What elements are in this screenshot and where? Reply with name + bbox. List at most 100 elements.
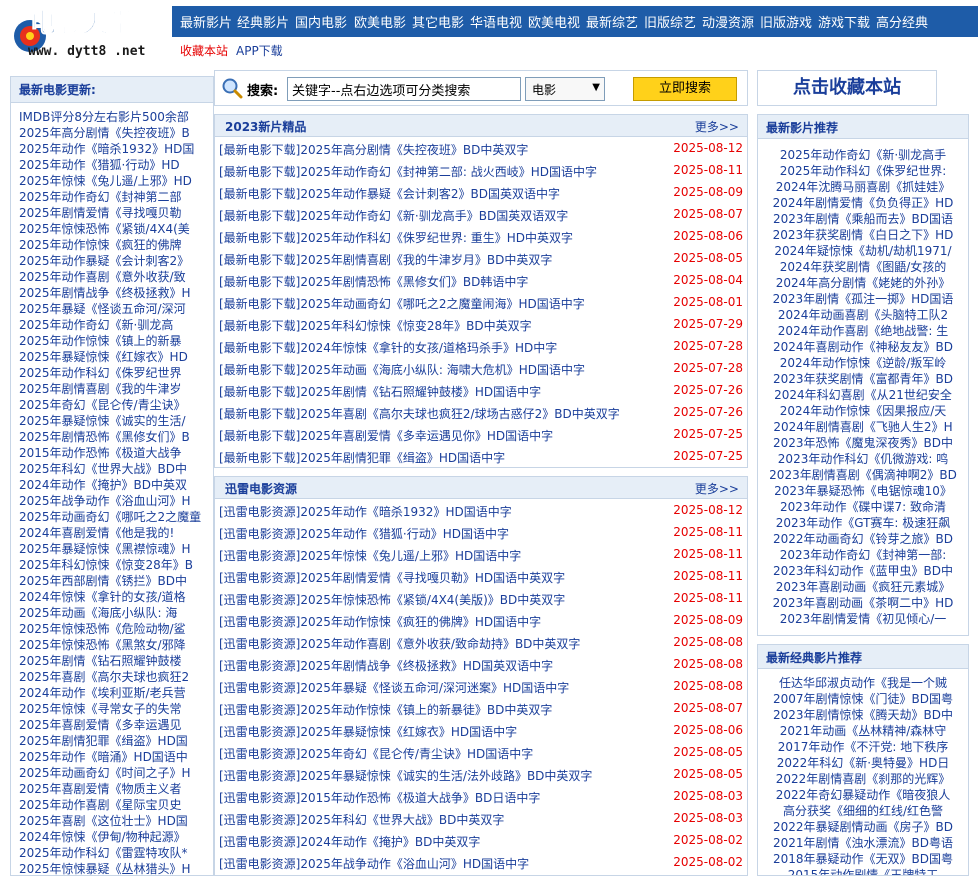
nav-western-movies[interactable]: 欧美电影 bbox=[354, 12, 406, 31]
movie-title-link[interactable]: [迅雷电影资源]2025年惊悚《兔儿遥/上邪》HD国语中字 bbox=[219, 547, 521, 564]
nav-western-tv[interactable]: 欧美电视 bbox=[528, 12, 580, 31]
movie-title-link[interactable]: [最新电影下载]2025年喜剧爱情《多幸运遇见你》HD国语中字 bbox=[219, 427, 553, 444]
movie-title-link[interactable]: [迅雷电影资源]2025年奇幻《昆仑传/青尘诀》HD国语中字 bbox=[219, 745, 533, 762]
latest-recommend-link[interactable]: 2024年喜剧动作《神秘友友》BD bbox=[758, 339, 968, 355]
nav-classic-movies[interactable]: 经典影片 bbox=[237, 12, 289, 31]
classic-recommend-link[interactable]: 2007年剧情惊悚《门徒》BD国粤 bbox=[758, 691, 968, 707]
movie-title-link[interactable]: [最新电影下载]2025年高分剧情《失控夜班》BD中英双字 bbox=[219, 141, 528, 158]
latest-update-link[interactable]: 2024年惊悚《拿针的女孩/道格 bbox=[19, 589, 213, 605]
latest-update-link[interactable]: 2024年喜剧爱情《他是我的! bbox=[19, 525, 213, 541]
latest-update-link[interactable]: 2025年暴疑惊悚《诚实的生活/ bbox=[19, 413, 213, 429]
nav-latest-movies[interactable]: 最新影片 bbox=[180, 12, 232, 31]
latest-recommend-link[interactable]: 2023年获奖剧情《富都青年》BD bbox=[758, 371, 968, 387]
movie-title-link[interactable]: [迅雷电影资源]2025年动作喜剧《意外收获/致命劫持》BD中英双字 bbox=[219, 635, 580, 652]
latest-recommend-link[interactable]: 2024年沈腾马丽喜剧《抓娃娃》 bbox=[758, 179, 968, 195]
latest-recommend-link[interactable]: 2023年剧情《孤注一掷》HD国语 bbox=[758, 291, 968, 307]
latest-recommend-link[interactable]: 2023年暴疑恐怖《电锯惊魂10》 bbox=[758, 483, 968, 499]
nav-other-movies[interactable]: 其它电影 bbox=[412, 12, 464, 31]
latest-recommend-link[interactable]: 2024年动画喜剧《头脑特工队2 bbox=[758, 307, 968, 323]
classic-recommend-link[interactable]: 2023年剧情惊悚《腾天劫》BD中 bbox=[758, 707, 968, 723]
latest-update-link[interactable]: 2025年剧情恐怖《黑修女们》B bbox=[19, 429, 213, 445]
latest-update-link[interactable]: 2025年喜剧爱情《多幸运遇见 bbox=[19, 717, 213, 733]
latest-recommend-link[interactable]: 2023年获奖剧情《白日之下》HD bbox=[758, 227, 968, 243]
movie-title-link[interactable]: [最新电影下载]2025年动作奇幻《封神第二部: 战火西岐》HD国语中字 bbox=[219, 163, 597, 180]
latest-update-link[interactable]: 2025年惊悚《兔儿遥/上邪》HD bbox=[19, 173, 213, 189]
latest-update-link[interactable]: 2024年惊悚《伊甸/物种起源》 bbox=[19, 829, 213, 845]
latest-update-link[interactable]: 2025年动作惊悚《镇上的新暴 bbox=[19, 333, 213, 349]
classic-recommend-link[interactable]: 任达华邱淑贞动作《我是一个贼 bbox=[758, 675, 968, 691]
latest-update-link[interactable]: 2025年惊悚《寻常女子的失常 bbox=[19, 701, 213, 717]
classic-recommend-link[interactable]: 2022年奇幻暴疑动作《暗夜狼人 bbox=[758, 787, 968, 803]
latest-update-link[interactable]: 2025年剧情犯罪《缉盗》HD国 bbox=[19, 733, 213, 749]
latest-update-link[interactable]: 2025年惊悚恐怖《危险动物/鲨 bbox=[19, 621, 213, 637]
movie-title-link[interactable]: [最新电影下载]2025年动画《海底小纵队: 海啸大危机》HD国语中字 bbox=[219, 361, 585, 378]
classic-recommend-link[interactable]: 高分获奖《细细的红线/红色警 bbox=[758, 803, 968, 819]
latest-recommend-link[interactable]: 2023年剧情喜剧《偶滴神啊2》BD bbox=[758, 467, 968, 483]
latest-recommend-link[interactable]: 2024年动作惊悚《逆龄/叛军岭 bbox=[758, 355, 968, 371]
latest-update-link[interactable]: 2025年动作喜剧《星际宝贝史 bbox=[19, 797, 213, 813]
latest-update-link[interactable]: 2025年动画《海底小纵队: 海 bbox=[19, 605, 213, 621]
latest-recommend-link[interactable]: 2023年动作奇幻《封神第一部: bbox=[758, 547, 968, 563]
movie-title-link[interactable]: [迅雷电影资源]2025年暴疑《怪谈五命河/深河迷案》HD国语中字 bbox=[219, 679, 569, 696]
latest-recommend-link[interactable]: 2023年动作《GT赛车: 极速狂飙 bbox=[758, 515, 968, 531]
latest-update-link[interactable]: 2025年奇幻《昆仑传/青尘诀》 bbox=[19, 397, 213, 413]
nav-old-variety[interactable]: 旧版综艺 bbox=[644, 12, 696, 31]
classic-recommend-link[interactable]: 2022年剧情喜剧《刹那的光辉》 bbox=[758, 771, 968, 787]
latest-update-link[interactable]: 2025年动作奇幻《新·驯龙高 bbox=[19, 317, 213, 333]
site-logo[interactable]: 电影天堂 www. dytt8 .net bbox=[10, 8, 170, 60]
new-releases-more-link[interactable]: 更多>> bbox=[695, 118, 739, 135]
movie-title-link[interactable]: [迅雷电影资源]2015年动作恐怖《极道大战争》BD日语中字 bbox=[219, 789, 540, 806]
classic-recommend-link[interactable]: 2022年暴疑剧情动画《房子》BD bbox=[758, 819, 968, 835]
latest-update-link[interactable]: 2025年动作奇幻《封神第二部 bbox=[19, 189, 213, 205]
latest-update-link[interactable]: 2025年高分剧情《失控夜班》B bbox=[19, 125, 213, 141]
latest-recommend-link[interactable]: 2025年动作奇幻《新·驯龙高手 bbox=[758, 147, 968, 163]
movie-title-link[interactable]: [迅雷电影资源]2025年科幻《世界大战》BD中英双字 bbox=[219, 811, 504, 828]
latest-update-link[interactable]: 2025年科幻《世界大战》BD中 bbox=[19, 461, 213, 477]
latest-recommend-link[interactable]: 2023年恐怖《魔鬼深夜秀》BD中 bbox=[758, 435, 968, 451]
movie-title-link[interactable]: [迅雷电影资源]2025年暴疑惊悚《红嫁衣》HD国语中字 bbox=[219, 723, 517, 740]
latest-recommend-link[interactable]: 2024年动作喜剧《绝地战警: 生 bbox=[758, 323, 968, 339]
movie-title-link[interactable]: [最新电影下载]2025年剧情犯罪《缉盗》HD国语中字 bbox=[219, 449, 505, 466]
bookmark-site-button[interactable]: 点击收藏本站 bbox=[757, 70, 937, 106]
movie-title-link[interactable]: [迅雷电影资源]2025年战争动作《浴血山河》HD国语中字 bbox=[219, 855, 529, 872]
latest-update-link[interactable]: 2025年剧情爱情《寻找嘎贝勒 bbox=[19, 205, 213, 221]
latest-update-link[interactable]: 2025年喜剧《高尔夫球也疯狂2 bbox=[19, 669, 213, 685]
movie-title-link[interactable]: [迅雷电影资源]2024年动作《掩护》BD中英双字 bbox=[219, 833, 480, 850]
latest-recommend-link[interactable]: 2023年喜剧动画《疯狂元素城》 bbox=[758, 579, 968, 595]
nav-latest-variety[interactable]: 最新综艺 bbox=[586, 12, 638, 31]
latest-recommend-link[interactable]: 2023年剧情爱情《初见倾心/一 bbox=[758, 611, 968, 627]
movie-title-link[interactable]: [最新电影下载]2025年科幻惊悚《惊变28年》BD中英双字 bbox=[219, 317, 532, 334]
movie-title-link[interactable]: [最新电影下载]2025年动作奇幻《新·驯龙高手》BD国英双语双字 bbox=[219, 207, 568, 224]
latest-update-link[interactable]: 2025年动作惊悚《疯狂的佛牌 bbox=[19, 237, 213, 253]
latest-update-link[interactable]: 2025年动作科幻《侏罗纪世界 bbox=[19, 365, 213, 381]
latest-recommend-link[interactable]: 2024年剧情爱情《负负得正》HD bbox=[758, 195, 968, 211]
latest-recommend-link[interactable]: 2025年动作科幻《侏罗纪世界: bbox=[758, 163, 968, 179]
latest-update-link[interactable]: 2025年惊悚恐怖《黑煞女/邪降 bbox=[19, 637, 213, 653]
latest-update-link[interactable]: 2025年动作《猎狐·行动》HD bbox=[19, 157, 213, 173]
movie-title-link[interactable]: [最新电影下载]2025年动画奇幻《哪吒之2之魔童闹海》HD国语中字 bbox=[219, 295, 585, 312]
latest-update-link[interactable]: 2025年剧情《钻石照耀钟鼓楼 bbox=[19, 653, 213, 669]
latest-update-link[interactable]: 2025年暴疑《怪谈五命河/深河 bbox=[19, 301, 213, 317]
nav-chinese-tv[interactable]: 华语电视 bbox=[470, 12, 522, 31]
latest-recommend-link[interactable]: 2023年动作科幻《仉微游戏: 鸣 bbox=[758, 451, 968, 467]
latest-update-link[interactable]: 2015年动作恐怖《极道大战争 bbox=[19, 445, 213, 461]
movie-title-link[interactable]: [迅雷电影资源]2025年暴疑惊悚《诚实的生活/法外歧路》BD中英双字 bbox=[219, 767, 592, 784]
classic-recommend-link[interactable]: 2021年动画《丛林精神/森林守 bbox=[758, 723, 968, 739]
latest-update-link[interactable]: 2025年惊悚恐怖《紧锁/4X4(美 bbox=[19, 221, 213, 237]
classic-recommend-link[interactable]: 2018年暴疑动作《无双》BD国粤 bbox=[758, 851, 968, 867]
latest-recommend-link[interactable]: 2023年动作《碟中谍7: 致命清 bbox=[758, 499, 968, 515]
latest-update-link[interactable]: 2024年动作《掩护》BD中英双 bbox=[19, 477, 213, 493]
latest-recommend-link[interactable]: 2024年剧情喜剧《飞驰人生2》H bbox=[758, 419, 968, 435]
movie-title-link[interactable]: [最新电影下载]2025年剧情喜剧《我的牛津岁月》BD中英双字 bbox=[219, 251, 552, 268]
latest-recommend-link[interactable]: 2024年高分剧情《姥姥的外孙》 bbox=[758, 275, 968, 291]
latest-update-link[interactable]: 2025年喜剧《这位壮士》HD国 bbox=[19, 813, 213, 829]
latest-update-link[interactable]: 2025年科幻惊悚《惊变28年》B bbox=[19, 557, 213, 573]
movie-title-link[interactable]: [迅雷电影资源]2025年剧情爱情《寻找嘎贝勒》HD国语中英双字 bbox=[219, 569, 565, 586]
latest-update-link[interactable]: 2025年战争动作《浴血山河》H bbox=[19, 493, 213, 509]
latest-recommend-link[interactable]: 2023年喜剧动画《茶啊二中》HD bbox=[758, 595, 968, 611]
classic-recommend-link[interactable]: 2021年剧情《浊水漂流》BD粤语 bbox=[758, 835, 968, 851]
latest-recommend-link[interactable]: 2024年动作惊悚《因果报应/天 bbox=[758, 403, 968, 419]
latest-recommend-link[interactable]: 2024年疑惊悚《劫机/劫机1971/ bbox=[758, 243, 968, 259]
latest-update-link[interactable]: 2025年暴疑惊悚《黑襟惊魂》H bbox=[19, 541, 213, 557]
classic-recommend-link[interactable]: 2017年动作《不汗党: 地下秩序 bbox=[758, 739, 968, 755]
